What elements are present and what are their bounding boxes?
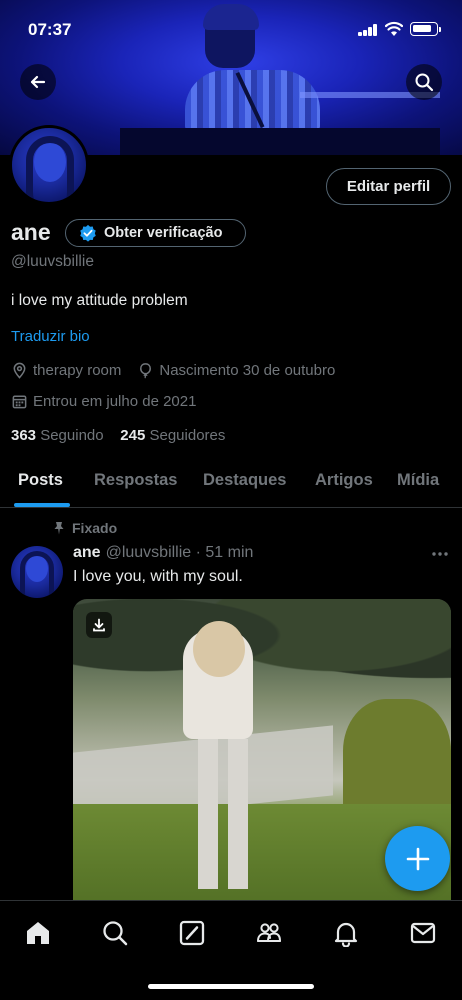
grok-icon[interactable] bbox=[178, 919, 206, 947]
following-link[interactable]: 363 Seguindo bbox=[11, 427, 104, 444]
tab-replies[interactable]: Respostas bbox=[94, 471, 177, 490]
following-count: 363 bbox=[11, 427, 37, 444]
profile-stats: 363 Seguindo 245 Seguidores bbox=[11, 427, 225, 444]
download-button[interactable] bbox=[86, 612, 112, 638]
arrow-left-icon bbox=[30, 75, 46, 89]
search-icon[interactable] bbox=[101, 919, 129, 947]
profile-meta-line-2: Entrou em julho de 2021 bbox=[11, 393, 196, 410]
battery-icon bbox=[410, 22, 441, 36]
profile-joined: Entrou em julho de 2021 bbox=[33, 393, 197, 410]
tab-media[interactable]: Mídia bbox=[397, 471, 439, 490]
post-author-name[interactable]: ane bbox=[73, 544, 101, 562]
pin-icon bbox=[54, 522, 64, 535]
profile-bio: i love my attitude problem bbox=[11, 292, 188, 309]
profile-birthday: Nascimento 30 de outubro bbox=[159, 362, 336, 379]
tab-posts[interactable]: Posts bbox=[18, 471, 63, 490]
translate-bio-link[interactable]: Traduzir bio bbox=[11, 328, 90, 345]
search-button[interactable] bbox=[406, 64, 442, 100]
wifi-icon bbox=[385, 21, 403, 36]
home-indicator[interactable] bbox=[148, 984, 314, 989]
download-icon bbox=[93, 618, 105, 632]
followers-label: Seguidores bbox=[149, 427, 226, 444]
profile-location: therapy room bbox=[33, 362, 122, 379]
followers-count: 245 bbox=[120, 427, 146, 444]
post-header: ane @luuvsbillie · 51 min bbox=[73, 544, 253, 562]
signal-icon bbox=[358, 24, 378, 36]
active-tab-indicator bbox=[14, 503, 70, 507]
status-bar: 07:37 bbox=[0, 0, 462, 54]
notifications-icon[interactable] bbox=[332, 919, 360, 947]
post-text: I love you, with my soul. bbox=[73, 568, 243, 585]
more-icon[interactable] bbox=[430, 548, 450, 560]
tab-articles[interactable]: Artigos bbox=[315, 471, 373, 490]
get-verified-label: Obter verificação bbox=[104, 225, 223, 241]
communities-icon[interactable] bbox=[255, 919, 283, 947]
calendar-icon bbox=[12, 395, 27, 409]
search-icon bbox=[415, 73, 434, 92]
back-button[interactable] bbox=[20, 64, 56, 100]
status-time: 07:37 bbox=[28, 20, 72, 39]
followers-link[interactable]: 245 Seguidores bbox=[120, 427, 225, 444]
post-author-handle-time: @luuvsbillie · 51 min bbox=[105, 544, 254, 561]
get-verified-button[interactable]: Obter verificação bbox=[65, 219, 246, 247]
verified-badge-icon bbox=[80, 224, 96, 242]
profile-tabs: Posts Respostas Destaques Artigos Mídia bbox=[0, 458, 462, 508]
location-pin-icon bbox=[13, 362, 26, 379]
plus-icon bbox=[406, 847, 429, 870]
post-avatar[interactable] bbox=[11, 546, 63, 598]
profile-handle: @luuvsbillie bbox=[11, 253, 94, 270]
compose-button[interactable] bbox=[385, 826, 450, 891]
tab-highlights[interactable]: Destaques bbox=[203, 471, 286, 490]
edit-profile-button[interactable]: Editar perfil bbox=[326, 168, 451, 205]
profile-name: ane bbox=[11, 219, 51, 245]
pinned-label: Fixado bbox=[52, 520, 117, 536]
balloon-icon bbox=[140, 363, 152, 379]
profile-meta-line-1: therapy room Nascimento 30 de outubro bbox=[11, 362, 335, 379]
home-icon[interactable] bbox=[24, 919, 52, 947]
messages-icon[interactable] bbox=[409, 919, 437, 947]
following-label: Seguindo bbox=[40, 427, 104, 444]
profile-avatar[interactable] bbox=[9, 125, 89, 205]
pinned-text: Fixado bbox=[72, 520, 118, 536]
